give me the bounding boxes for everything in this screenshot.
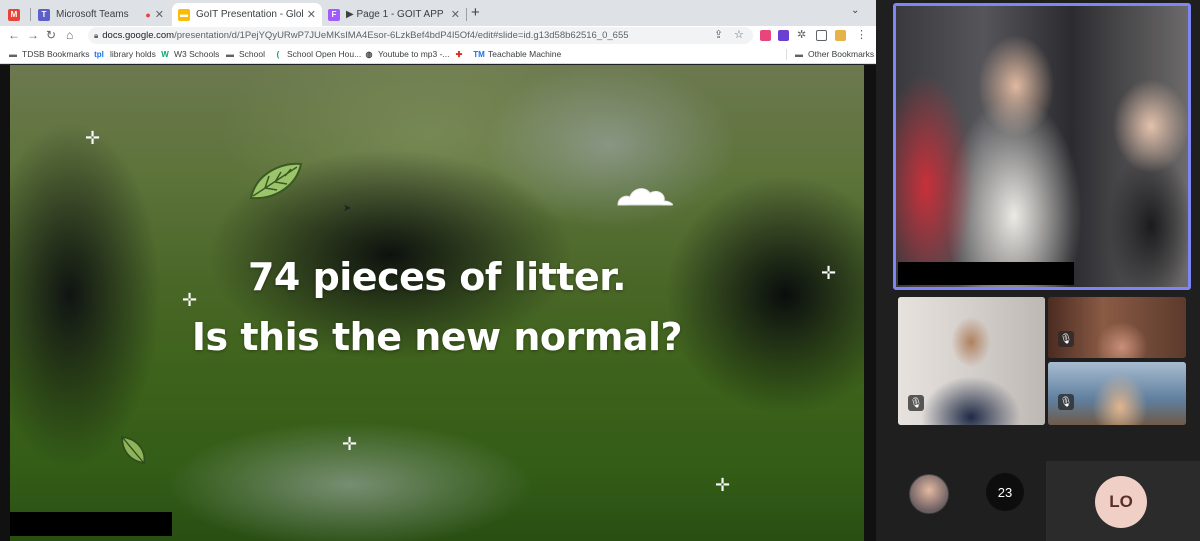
- browser-window: M T Microsoft Teams ● ✕ ▬ GoIT Presentat…: [0, 0, 876, 541]
- tm-icon: TM: [473, 49, 485, 59]
- bookmark-label: Teachable Machine: [488, 49, 562, 59]
- tab-microsoft-teams[interactable]: T Microsoft Teams ● ✕: [32, 3, 170, 26]
- extension-icon[interactable]: [778, 30, 789, 41]
- participant-tile-lo[interactable]: LO: [1046, 461, 1200, 541]
- sparkle-icon: ✛: [85, 128, 101, 148]
- video-tile[interactable]: 🎙︎: [898, 297, 1045, 425]
- bookmark-label: Other Bookmarks: [808, 49, 875, 59]
- chevron-down-icon[interactable]: ⌄: [851, 5, 859, 16]
- bookmarks-bar: ▬ TDSB Bookmarks tpl library holds W W3 Sch…: [0, 45, 876, 64]
- mic-off-icon: 🎙︎: [1058, 394, 1074, 410]
- slide-title-line-2: Is this the new normal?: [191, 315, 683, 359]
- bookmark-school-open-house[interactable]: ( School Open Hou...: [273, 49, 362, 59]
- home-button[interactable]: ⌂: [66, 28, 73, 42]
- folder-icon: ▬: [226, 49, 234, 59]
- mic-off-icon: 🎙︎: [908, 395, 924, 411]
- bookmark-flag[interactable]: ✚: [454, 49, 468, 59]
- url-path: /presentation/d/1PejYQyURwP7JUeMKsIMA4Es…: [174, 30, 629, 41]
- tab-title: Microsoft Teams: [56, 9, 129, 20]
- bookmark-teachable-machine[interactable]: TM Teachable Machine: [473, 49, 562, 59]
- reload-button[interactable]: ↻: [46, 28, 56, 42]
- slide-title-line-1: 74 pieces of litter.: [247, 255, 627, 299]
- presentation-slide[interactable]: ✛ ✛ ✛ ✛ ✛ 74 pieces of litter. Is this t…: [10, 65, 864, 541]
- browser-toolbar: ← → ↻ ⌂ 🔒︎ docs.google.com/presentation/d…: [0, 26, 876, 45]
- screen: M T Microsoft Teams ● ✕ ▬ GoIT Presentat…: [0, 0, 1200, 541]
- school-icon: (: [276, 49, 280, 59]
- recording-icon: ●: [145, 9, 151, 20]
- leaf-icon: [249, 162, 303, 200]
- video-tile[interactable]: 🎙︎: [1048, 297, 1186, 358]
- tab-title: ▶ Page 1 - GOIT APP: [346, 9, 444, 20]
- share-icon[interactable]: ⇪: [714, 28, 723, 41]
- teams-call-panel: 🎙︎ 🎙︎ 🎙︎ 23 LO: [876, 0, 1200, 541]
- sparkle-icon: ✛: [342, 434, 358, 454]
- redaction-bar: [10, 512, 172, 536]
- slide-viewport: ✛ ✛ ✛ ✛ ✛ 74 pieces of litter. Is this t…: [0, 65, 876, 541]
- profile-avatar[interactable]: [835, 30, 846, 41]
- tab-bar: M T Microsoft Teams ● ✕ ▬ GoIT Presentat…: [0, 0, 876, 26]
- bookmark-youtube-mp3[interactable]: ◍ Youtube to mp3 -...: [364, 49, 450, 59]
- cloud-icon: [617, 188, 673, 206]
- bookmark-label: Youtube to mp3 -...: [378, 49, 450, 59]
- mouse-cursor-icon: ➤: [343, 203, 352, 214]
- tpl-icon: tpl: [94, 49, 104, 59]
- sidepanel-icon[interactable]: [816, 30, 827, 41]
- w3-icon: W: [161, 49, 169, 59]
- bookmark-label: School: [239, 49, 265, 59]
- address-bar[interactable]: 🔒︎ docs.google.com/presentation/d/1PejYQy…: [88, 27, 753, 44]
- bookmark-label: School Open Hou...: [287, 49, 362, 59]
- lock-icon: 🔒︎: [94, 31, 99, 40]
- tab-goit-app[interactable]: F ▶ Page 1 - GOIT APP ✕: [322, 3, 466, 26]
- teams-icon: T: [38, 8, 50, 21]
- leaf-icon: [121, 435, 146, 465]
- bookmark-star-icon[interactable]: ☆: [734, 28, 744, 41]
- bookmark-w3schools[interactable]: W W3 Schools: [160, 49, 219, 59]
- flag-icon: ✚: [455, 49, 463, 59]
- bookmark-label: W3 Schools: [174, 49, 220, 59]
- tab-goit-presentation[interactable]: ▬ GoIT Presentation - Global - G ✕: [172, 3, 322, 26]
- bookmark-tdsb[interactable]: ▬ TDSB Bookmarks: [8, 49, 90, 59]
- bookmark-label: library holds: [110, 49, 156, 59]
- video-tile[interactable]: 🎙︎: [1048, 362, 1186, 425]
- puzzle-icon[interactable]: ✲: [797, 28, 806, 41]
- gmail-icon: M: [8, 8, 20, 21]
- extension-icon[interactable]: [760, 30, 771, 41]
- bookmark-school[interactable]: ▬ School: [225, 49, 265, 59]
- slides-icon: ▬: [178, 8, 190, 21]
- participant-avatar[interactable]: [909, 474, 949, 514]
- video-tile-main[interactable]: [893, 3, 1191, 290]
- url-domain: docs.google.com: [102, 30, 175, 41]
- bookmark-other[interactable]: ▬ Other Bookmarks: [794, 49, 874, 59]
- menu-icon[interactable]: ⋮: [856, 28, 867, 41]
- close-icon[interactable]: ✕: [451, 8, 460, 21]
- forward-button[interactable]: →: [27, 28, 39, 42]
- globe-icon: ◍: [365, 49, 373, 59]
- redaction-bar: [898, 262, 1074, 285]
- participant-video: [896, 6, 1188, 287]
- close-icon[interactable]: ✕: [155, 8, 164, 21]
- tab-gmail[interactable]: M: [2, 3, 30, 26]
- close-icon[interactable]: ✕: [307, 8, 316, 21]
- mic-off-icon: 🎙︎: [1058, 331, 1074, 347]
- folder-icon: ▬: [9, 49, 17, 59]
- figma-icon: F: [328, 8, 340, 21]
- participant-video: [1048, 297, 1186, 358]
- bookmark-library-holds[interactable]: tpl library holds: [92, 49, 156, 59]
- new-tab-button[interactable]: +: [471, 4, 480, 21]
- more-participants-count[interactable]: 23: [986, 473, 1024, 511]
- sparkle-icon: ✛: [715, 475, 731, 495]
- back-button[interactable]: ←: [8, 28, 20, 42]
- tab-title: GoIT Presentation - Global - G: [196, 9, 303, 20]
- folder-icon: ▬: [795, 49, 803, 59]
- bookmark-label: TDSB Bookmarks: [22, 49, 90, 59]
- initials-avatar: LO: [1095, 476, 1147, 528]
